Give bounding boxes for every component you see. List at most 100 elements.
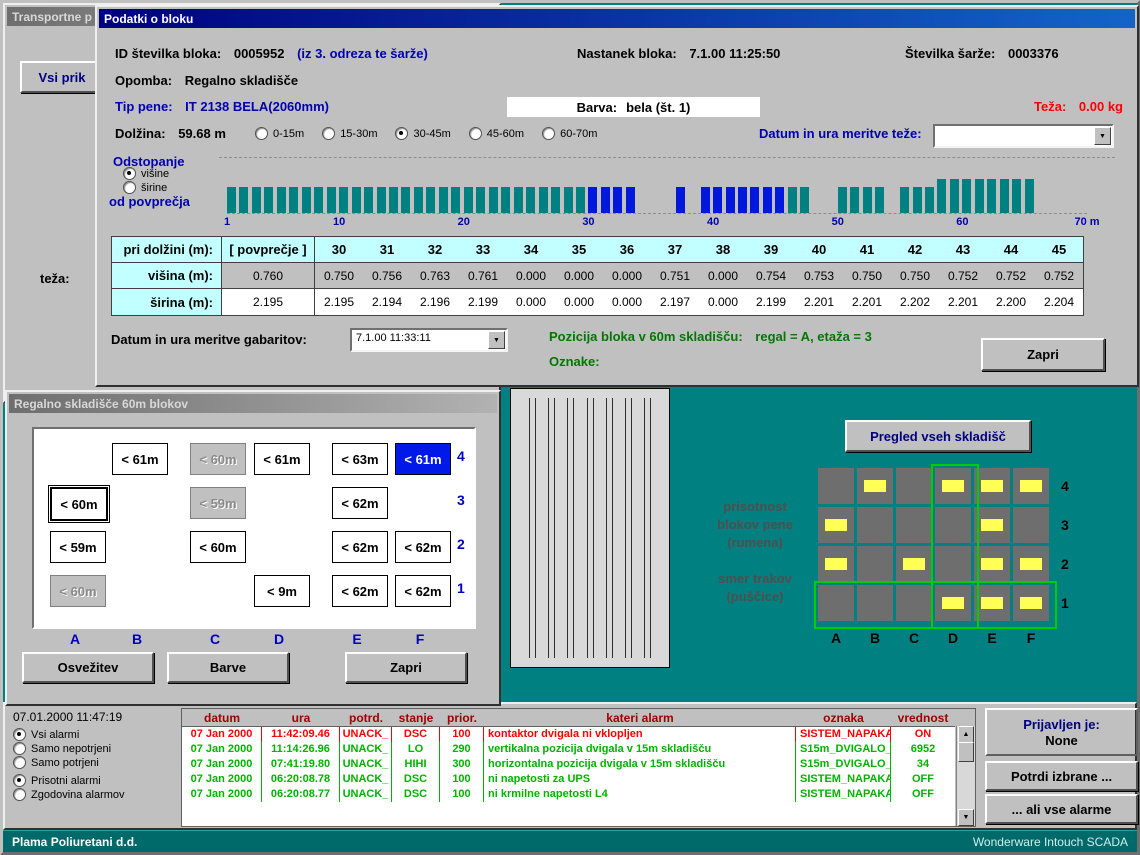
length-range-option-3[interactable]: 45-60m xyxy=(469,127,524,140)
rack-slot-button-F4[interactable]: < 61m xyxy=(395,443,451,475)
alarm-row[interactable]: 07 Jan 200011:42:09.46UNACK_DSC100kontak… xyxy=(182,727,955,742)
rack-slot-button-F2[interactable]: < 62m xyxy=(395,531,451,563)
alarm-cell: S15m_DVIGALO_PO xyxy=(796,757,891,772)
storage-cell-A3[interactable] xyxy=(818,507,854,543)
storage-cell-A4[interactable] xyxy=(818,468,854,504)
alarm-panel: 07.01.2000 11:47:19 Vsi alarmiSamo nepot… xyxy=(3,702,1137,830)
alarm-scrollbar[interactable]: ▲ ▼ xyxy=(956,726,975,826)
length-value: 59.68 m xyxy=(178,126,226,141)
scada-screen: Transportne p Vsi prik teža: Podatki o b… xyxy=(0,0,1140,855)
deviation-bar xyxy=(937,179,946,213)
storage-cell-C3[interactable] xyxy=(896,507,932,543)
rack-slot-button-B4[interactable]: < 61m xyxy=(112,443,168,475)
alarm-source-label: Prisotni alarmi xyxy=(31,775,101,787)
alarm-row[interactable]: 07 Jan 200006:20:08.77UNACK_DSC100ni krm… xyxy=(182,787,955,802)
storage-cell-F2[interactable] xyxy=(1013,546,1049,582)
storage-cell-B3[interactable] xyxy=(857,507,893,543)
scrollbar-thumb[interactable] xyxy=(958,742,974,762)
rack-slot-button-A2[interactable]: < 59m xyxy=(50,531,106,563)
rack-close-button[interactable]: Zapri xyxy=(345,652,467,683)
rack-window-titlebar[interactable]: Regalno skladišče 60m blokov xyxy=(9,394,497,413)
deviation-option-1[interactable]: širine xyxy=(123,181,169,194)
length-range-option-1[interactable]: 15-30m xyxy=(322,127,377,140)
rack-slot-button-D4[interactable]: < 61m xyxy=(254,443,310,475)
rack-slot-button-E1[interactable]: < 62m xyxy=(332,575,388,607)
scroll-up-icon[interactable]: ▲ xyxy=(958,726,974,743)
alarm-filter-option-0[interactable]: Vsi alarmi xyxy=(13,728,111,741)
deviation-option-0[interactable]: višine xyxy=(123,167,169,180)
alarm-source-option-1[interactable]: Zgodovina alarmov xyxy=(13,788,125,801)
scroll-down-icon[interactable]: ▼ xyxy=(958,809,974,826)
meas-table-col-header: 42 xyxy=(891,237,939,263)
foam-block-indicator xyxy=(825,519,847,531)
chart-axis-tick: 70 m xyxy=(1074,216,1099,228)
colors-button[interactable]: Barve xyxy=(167,652,289,683)
alarm-filter-option-2[interactable]: Samo potrjeni xyxy=(13,756,111,769)
deviation-bar xyxy=(377,187,386,213)
rack-slot-button-E4[interactable]: < 63m xyxy=(332,443,388,475)
dropdown-arrow-icon[interactable]: ▼ xyxy=(1094,127,1111,145)
rack-slot-button-F1[interactable]: < 62m xyxy=(395,575,451,607)
meas-table-col-header: 40 xyxy=(795,237,843,263)
deviation-bar xyxy=(676,187,685,213)
deviation-bar xyxy=(551,187,560,213)
storage-cell-E4[interactable] xyxy=(974,468,1010,504)
ack-all-button[interactable]: ... ali vse alarme xyxy=(985,794,1138,824)
length-range-option-2[interactable]: 30-45m xyxy=(395,127,450,140)
rack-slot-button-E2[interactable]: < 62m xyxy=(332,531,388,563)
alarm-table-body: 07 Jan 200011:42:09.46UNACK_DSC100kontak… xyxy=(182,726,955,826)
storage-cell-E2[interactable] xyxy=(974,546,1010,582)
storage-cell-F3[interactable] xyxy=(1013,507,1049,543)
weight-date-combobox[interactable]: ▼ xyxy=(933,124,1114,148)
show-all-button[interactable]: Vsi prik xyxy=(20,61,104,93)
alarm-cell: OFF xyxy=(891,772,955,787)
deviation-bar xyxy=(501,187,510,213)
rack-slot-button-D1[interactable]: < 9m xyxy=(254,575,310,607)
block-created-row: Nastanek bloka: 7.1.00 11:25:50 xyxy=(577,46,780,61)
legend-direction-line: (puščice) xyxy=(690,588,820,606)
storage-col-label-F: F xyxy=(1027,630,1036,646)
overview-all-warehouses-button[interactable]: Pregled vseh skladišč xyxy=(845,420,1031,452)
foam-block-indicator xyxy=(903,558,925,570)
dialog-titlebar[interactable]: Podatki o bloku xyxy=(99,9,1135,28)
deviation-bar xyxy=(726,187,735,213)
rack-slot-button-E3[interactable]: < 62m xyxy=(332,487,388,519)
alarm-filter-option-1[interactable]: Samo nepotrjeni xyxy=(13,742,111,755)
storage-cell-C4[interactable] xyxy=(896,468,932,504)
conveyor-lane xyxy=(625,398,632,658)
storage-cell-A2[interactable] xyxy=(818,546,854,582)
length-range-option-0[interactable]: 0-15m xyxy=(255,127,304,140)
alarm-row[interactable]: 07 Jan 200006:20:08.78UNACK_DSC100ni nap… xyxy=(182,772,955,787)
storage-cell-B4[interactable] xyxy=(857,468,893,504)
alarm-row[interactable]: 07 Jan 200007:41:19.80UNACK_HIHI300horiz… xyxy=(182,757,955,772)
alarm-source-option-0[interactable]: Prisotni alarmi xyxy=(13,774,125,787)
storage-cell-B2[interactable] xyxy=(857,546,893,582)
refresh-button[interactable]: Osvežitev xyxy=(22,652,154,683)
storage-cell-C2[interactable] xyxy=(896,546,932,582)
deviation-bar xyxy=(763,187,772,213)
alarm-cell: vertikalna pozicija dvigala v 15m skladi… xyxy=(484,742,796,757)
weight-label: Teža: xyxy=(1034,99,1066,114)
rack-slot-button-C4[interactable]: < 60m xyxy=(190,443,246,475)
storage-cell-F4[interactable] xyxy=(1013,468,1049,504)
gabarit-date-combobox[interactable]: 7.1.00 11:33:11 ▼ xyxy=(350,328,508,352)
deviation-bar xyxy=(451,187,460,213)
ack-selected-button[interactable]: Potrdi izbrane ... xyxy=(985,761,1138,791)
rack-slot-button-A1[interactable]: < 60m xyxy=(50,575,106,607)
dialog-close-button[interactable]: Zapri xyxy=(981,338,1105,371)
logged-in-label: Prijavljen je: xyxy=(1023,717,1100,732)
length-range-option-4[interactable]: 60-70m xyxy=(542,127,597,140)
rack-slot-button-C2[interactable]: < 60m xyxy=(190,531,246,563)
alarm-cell: ni krmilne napetosti L4 xyxy=(484,787,796,802)
deviation-bar xyxy=(775,187,784,213)
storage-cell-E3[interactable] xyxy=(974,507,1010,543)
dropdown-arrow-icon[interactable]: ▼ xyxy=(488,331,505,349)
meas-table-value: 0.751 xyxy=(651,263,699,289)
alarm-source-radiogroup: Prisotni alarmiZgodovina alarmov xyxy=(13,774,125,801)
alarm-filter-radiogroup: Vsi alarmiSamo nepotrjeniSamo potrjeni xyxy=(13,728,111,769)
deviation-bar xyxy=(339,187,348,213)
alarm-row[interactable]: 07 Jan 200011:14:26.96UNACK_LO290vertika… xyxy=(182,742,955,757)
rack-slot-button-A3[interactable]: < 60m xyxy=(50,487,108,521)
meas-table-col-header: 44 xyxy=(987,237,1035,263)
rack-slot-button-C3[interactable]: < 59m xyxy=(190,487,246,519)
